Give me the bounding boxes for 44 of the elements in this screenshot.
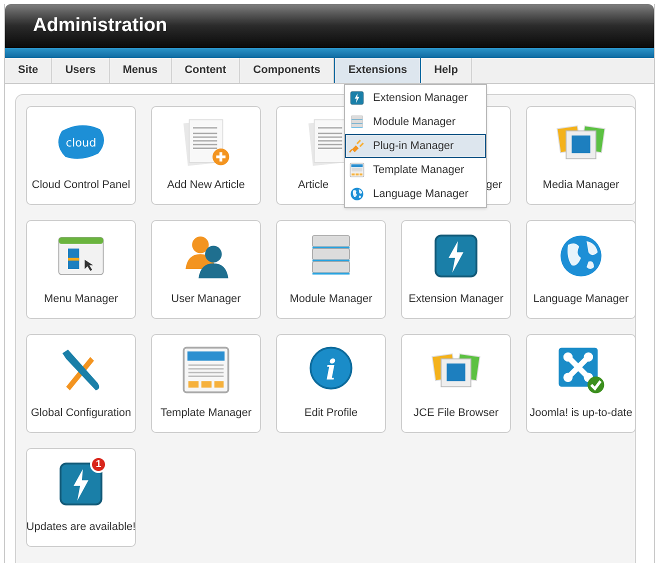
shortcut-tile[interactable]: i Edit Profile bbox=[276, 334, 386, 433]
template-icon bbox=[349, 162, 365, 178]
tile-label: Article bbox=[298, 178, 329, 193]
tile-label: Language Manager bbox=[533, 292, 629, 307]
tile-label: Template Manager bbox=[160, 406, 252, 421]
plug-icon bbox=[349, 138, 365, 154]
tile-label: Cloud Control Panel bbox=[32, 178, 130, 193]
menu-tab[interactable]: Site bbox=[5, 58, 52, 83]
tile-label: Add New Article bbox=[167, 178, 245, 193]
shortcut-tile[interactable]: cloud Cloud Control Panel bbox=[26, 106, 136, 205]
shortcut-tile[interactable]: Template Manager bbox=[151, 334, 261, 433]
stack-icon bbox=[349, 114, 365, 130]
menu-tab[interactable]: Extensions bbox=[334, 58, 422, 83]
tile-label: Module Manager bbox=[290, 292, 372, 307]
tile-label: JCE File Browser bbox=[414, 406, 498, 421]
shortcut-tile[interactable]: Add New Article bbox=[151, 106, 261, 205]
shortcut-tile[interactable]: Media Manager bbox=[526, 106, 636, 205]
tile-label: User Manager bbox=[171, 292, 241, 307]
shortcut-tile[interactable]: Language Manager bbox=[526, 220, 636, 319]
tile-label: Updates are available! bbox=[26, 520, 136, 535]
shortcut-tile[interactable]: Global Configuration bbox=[26, 334, 136, 433]
template-icon bbox=[180, 344, 232, 396]
tile-label: ger bbox=[486, 178, 502, 193]
shortcut-tile[interactable]: Joomla! is up-to-date bbox=[526, 334, 636, 433]
tile-label: Edit Profile bbox=[304, 406, 358, 421]
lightning-icon bbox=[349, 90, 365, 106]
tile-label: Extension Manager bbox=[408, 292, 504, 307]
menu-tab[interactable]: Help bbox=[421, 58, 472, 83]
menu-tab[interactable]: Menus bbox=[110, 58, 172, 83]
shortcut-tile[interactable]: User Manager bbox=[151, 220, 261, 319]
tile-label: Joomla! is up-to-date bbox=[530, 406, 632, 421]
tile-label: Global Configuration bbox=[30, 406, 132, 421]
globe-icon bbox=[349, 186, 365, 202]
shortcut-tile[interactable]: Extension Manager bbox=[401, 220, 511, 319]
header-title: Administration bbox=[33, 14, 168, 38]
menu-tab[interactable]: Content bbox=[172, 58, 240, 83]
tile-label: Menu Manager bbox=[44, 292, 118, 307]
shortcut-tile[interactable]: Menu Manager bbox=[26, 220, 136, 319]
shortcut-tile[interactable]: Module Manager bbox=[276, 220, 386, 319]
dropdown-item[interactable]: Plug-in Manager bbox=[345, 134, 486, 158]
dropdown-label: Extension Manager bbox=[373, 90, 468, 106]
tile-label: Media Manager bbox=[542, 178, 620, 193]
menu-tab[interactable]: Users bbox=[52, 58, 110, 83]
shortcut-tile[interactable]: JCE File Browser bbox=[401, 334, 511, 433]
